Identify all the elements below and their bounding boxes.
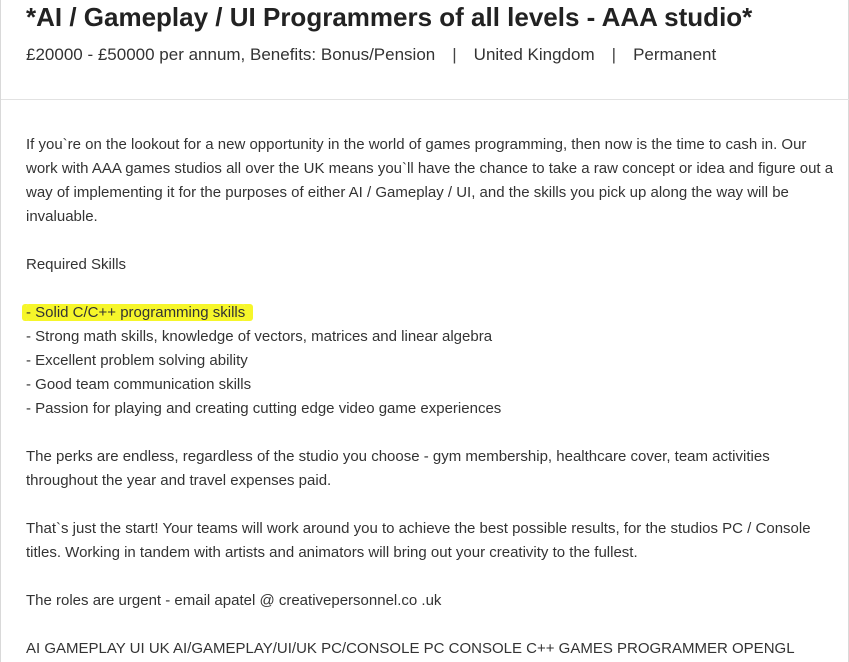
- highlighted-skill: - Solid C/C++ programming skills: [26, 304, 246, 321]
- contact-paragraph: The roles are urgent - email apatel @ cr…: [26, 592, 442, 609]
- skill-item-math: - Strong math skills, knowledge of vecto…: [26, 328, 493, 345]
- job-listing-panel: *AI / Gameplay / UI Programmers of all l…: [0, 0, 849, 662]
- perks-paragraph: The perks are endless, regardless of the…: [26, 448, 770, 489]
- skill-item-passion: - Passion for playing and creating cutti…: [26, 400, 502, 417]
- job-description: If you`re on the lookout for a new oppor…: [26, 133, 836, 661]
- job-title: *AI / Gameplay / UI Programmers of all l…: [26, 2, 753, 32]
- keyword-tags: AI GAMEPLAY UI UK AI/GAMEPLAY/UI/UK PC/C…: [26, 640, 795, 657]
- skills-heading: Required Skills: [26, 256, 127, 273]
- skill-item-problem-solving: - Excellent problem solving ability: [26, 352, 248, 369]
- job-meta: £20000 - £50000 per annum, Benefits: Bon…: [26, 43, 716, 67]
- meta-separator: |: [611, 45, 617, 64]
- intro-paragraph: If you`re on the lookout for a new oppor…: [26, 136, 834, 225]
- skill-item-cpp: - Solid C/C++ programming skills: [26, 301, 836, 325]
- skill-item-communication: - Good team communication skills: [26, 376, 252, 393]
- start-paragraph: That`s just the start! Your teams will w…: [26, 520, 811, 561]
- meta-separator: |: [452, 45, 457, 64]
- job-header: *AI / Gameplay / UI Programmers of all l…: [1, 0, 849, 100]
- job-type-text: Permanent: [633, 45, 717, 64]
- location-text: United Kingdom: [473, 45, 595, 64]
- salary-text: £20000 - £50000 per annum, Benefits: Bon…: [26, 45, 436, 64]
